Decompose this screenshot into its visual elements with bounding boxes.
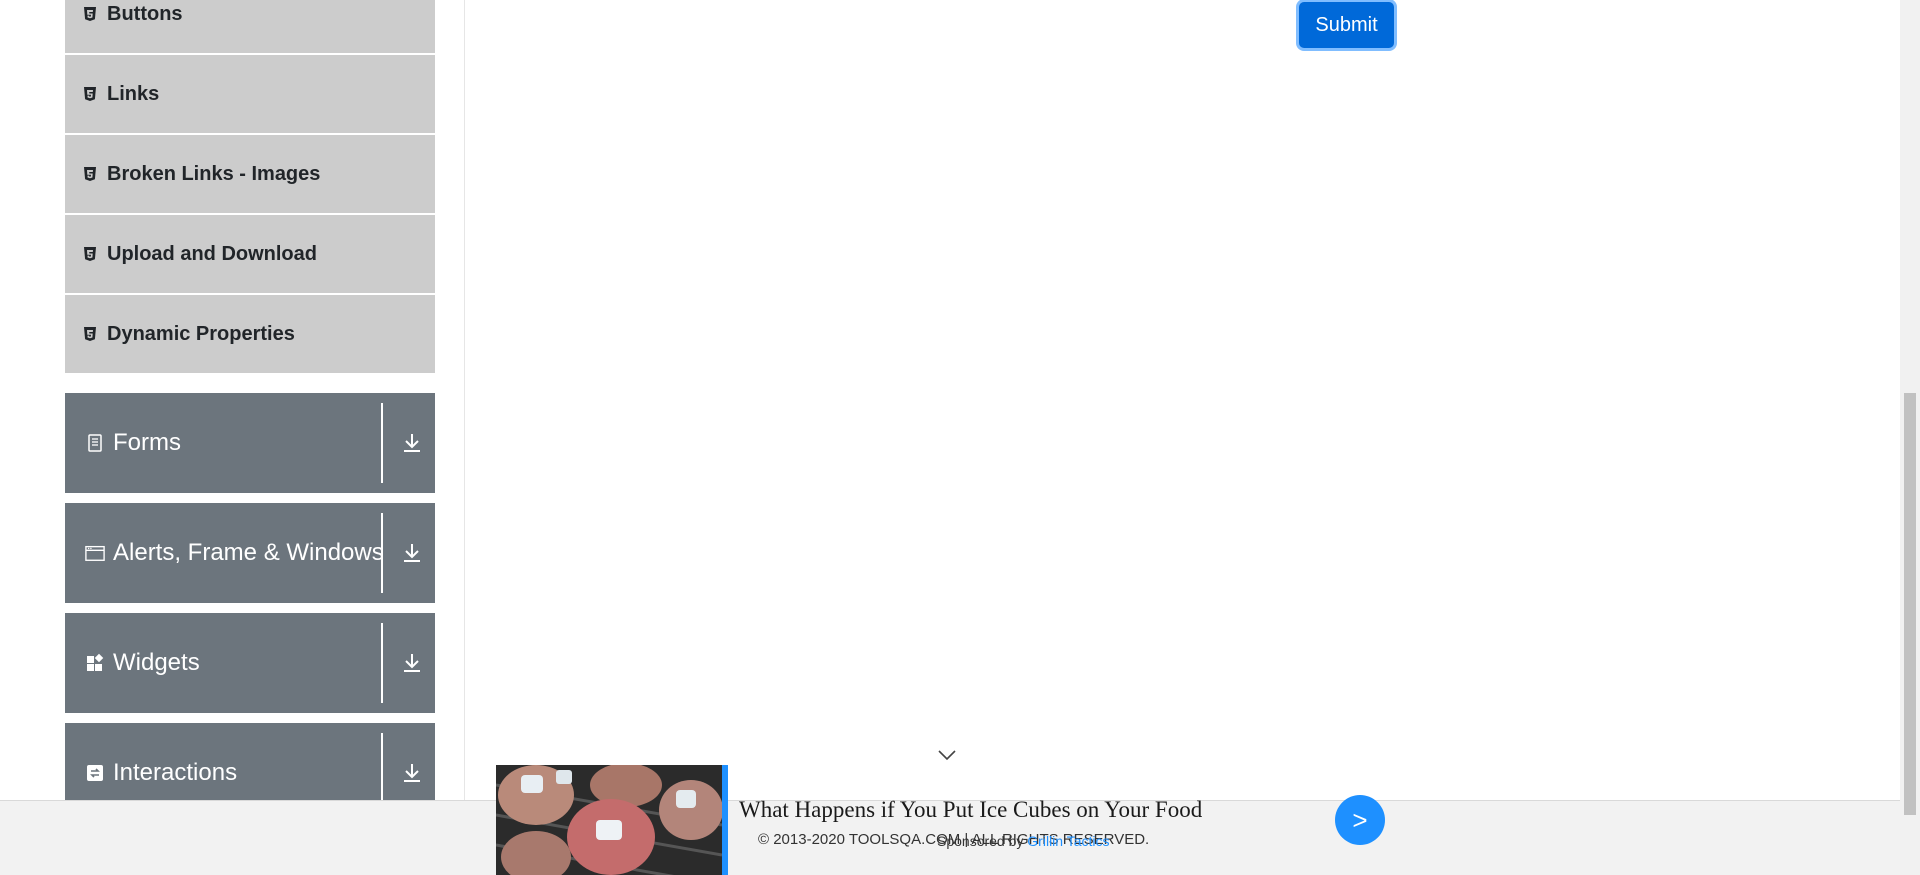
group-divider: [381, 623, 383, 703]
sidebar-item-buttons[interactable]: Buttons: [65, 0, 435, 53]
sidebar-item-broken-links[interactable]: Broken Links - Images: [65, 135, 435, 213]
scrollbar-thumb[interactable]: [1904, 393, 1916, 815]
sidebar-group-label: Alerts, Frame & Windows: [113, 539, 384, 566]
download-arrow-icon[interactable]: [402, 651, 422, 675]
sidebar-item-label: Dynamic Properties: [107, 322, 295, 345]
interactions-icon: [85, 763, 105, 783]
form-document-icon: [85, 433, 105, 453]
submit-button[interactable]: Submit: [1299, 2, 1394, 48]
advertisement-banner[interactable]: What Happens if You Put Ice Cubes on You…: [496, 765, 1386, 875]
sidebar-group-alerts[interactable]: Alerts, Frame & Windows: [65, 503, 435, 603]
group-divider: [381, 513, 383, 593]
download-arrow-icon[interactable]: [402, 431, 422, 455]
sidebar-item-dynamic-properties[interactable]: Dynamic Properties: [65, 295, 435, 373]
sidebar-item-label: Broken Links - Images: [107, 162, 321, 185]
sidebar-item-label: Links: [107, 82, 160, 105]
ad-headline-link[interactable]: What Happens if You Put Ice Cubes on You…: [739, 797, 1202, 823]
page: Buttons Links Broken Links - Images Uplo…: [0, 0, 1920, 875]
download-arrow-icon[interactable]: [402, 761, 422, 785]
html5-icon: [83, 247, 97, 261]
ad-sponsor-text: Sponsored by Grillin Tactics: [937, 833, 1110, 849]
group-divider: [381, 403, 383, 483]
ad-sponsor-prefix: Sponsored by: [937, 833, 1024, 849]
ad-next-arrow-button[interactable]: >: [1335, 795, 1385, 845]
left-sidebar: Buttons Links Broken Links - Images Uplo…: [0, 0, 465, 823]
ad-food-image[interactable]: [496, 765, 722, 875]
vertical-scrollbar[interactable]: [1900, 0, 1920, 875]
sidebar-group-label: Interactions: [113, 759, 238, 786]
browser-window-icon: [85, 543, 105, 563]
sidebar-group-label: Forms: [113, 429, 181, 456]
sidebar-item-upload-download[interactable]: Upload and Download: [65, 215, 435, 293]
ad-sponsor-link[interactable]: Grillin Tactics: [1027, 833, 1109, 849]
ad-accent-bar: [722, 765, 728, 875]
download-arrow-icon[interactable]: [402, 541, 422, 565]
sidebar-group-widgets[interactable]: Widgets: [65, 613, 435, 713]
sidebar-item-label: Buttons: [107, 2, 183, 25]
sidebar-item-label: Upload and Download: [107, 242, 317, 265]
sidebar-group-forms[interactable]: Forms: [65, 393, 435, 493]
sidebar-item-links[interactable]: Links: [65, 55, 435, 133]
html5-icon: [83, 87, 97, 101]
chevron-down-icon[interactable]: [938, 748, 956, 761]
widgets-icon: [85, 653, 105, 673]
html5-icon: [83, 167, 97, 181]
html5-icon: [83, 327, 97, 341]
html5-icon: [83, 7, 97, 21]
sidebar-group-label: Widgets: [113, 649, 200, 676]
